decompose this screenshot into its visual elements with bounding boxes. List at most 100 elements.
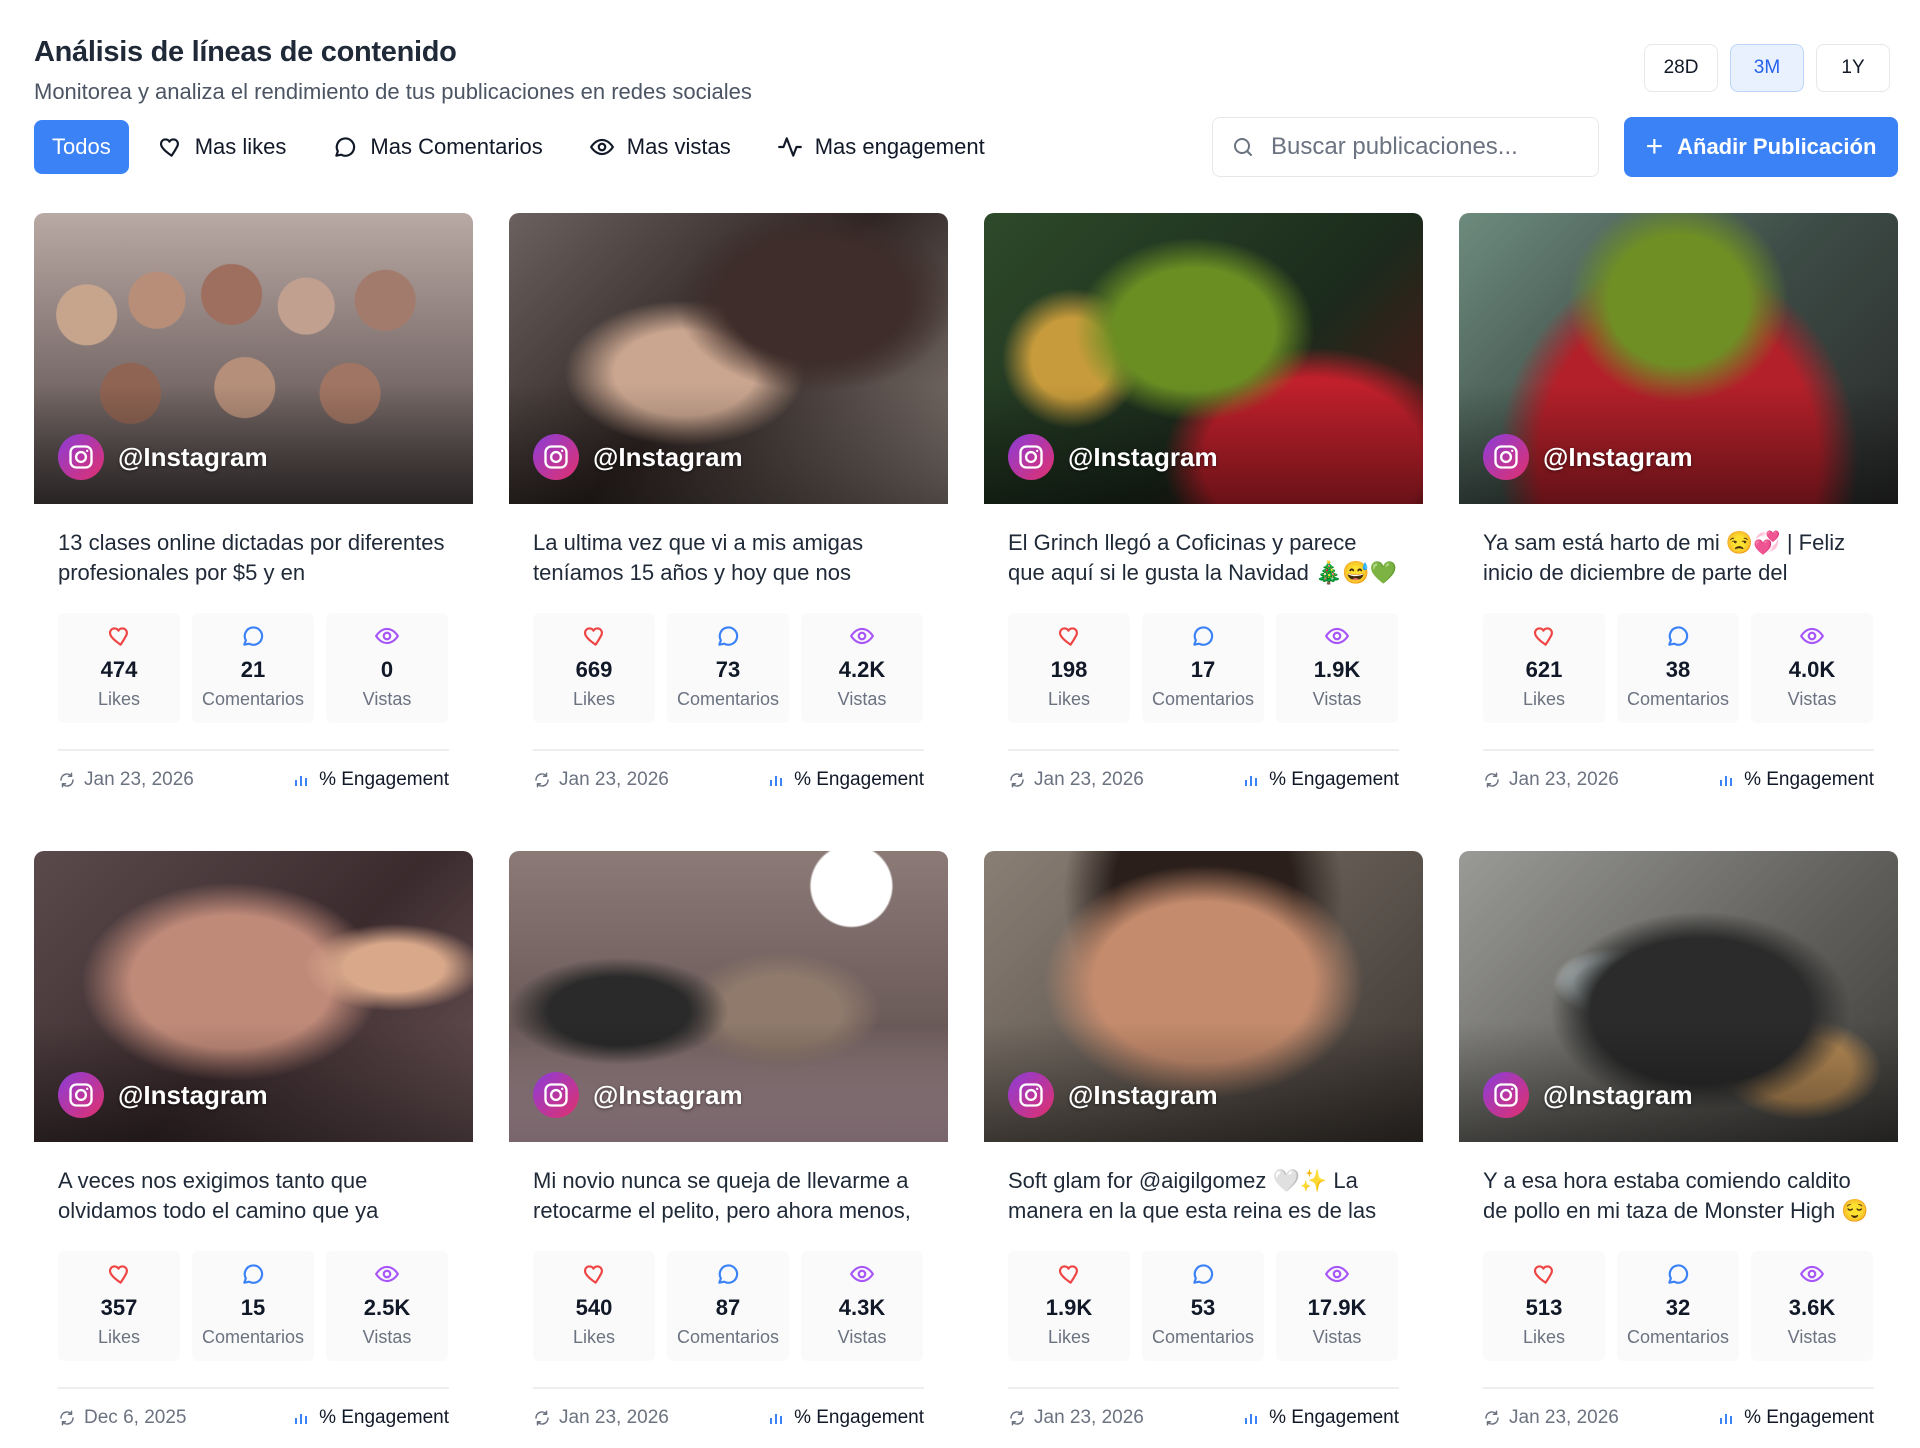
engagement-button[interactable]: % Engagement (768, 769, 924, 791)
post-date-text: Jan 23, 2026 (1509, 769, 1619, 790)
likes-count: 474 (100, 657, 138, 682)
period-28d-button[interactable]: 28D (1644, 44, 1718, 92)
post-card[interactable]: @Instagram Y a esa hora estaba comiendo … (1459, 851, 1898, 1439)
comments-label: Comentarios (676, 1327, 780, 1347)
likes-stat: 669 Likes (533, 613, 655, 723)
post-thumbnail[interactable]: @Instagram (34, 851, 473, 1142)
post-date-text: Jan 23, 2026 (1034, 1407, 1144, 1428)
instagram-icon (1008, 1072, 1054, 1118)
engagement-label: % Engagement (319, 1407, 449, 1428)
comment-icon (1193, 626, 1214, 646)
filter-mas-vistas[interactable]: Mas vistas (571, 120, 749, 174)
bar-chart-icon (1245, 776, 1258, 786)
views-label: Vistas (1312, 1327, 1362, 1347)
comments-count: 32 (1665, 1295, 1691, 1320)
engagement-button[interactable]: % Engagement (293, 1407, 449, 1429)
period-1y-button[interactable]: 1Y (1816, 44, 1890, 92)
engagement-button[interactable]: % Engagement (1243, 769, 1399, 791)
instagram-icon (1483, 434, 1529, 480)
views-stat: 4.0K Vistas (1751, 613, 1873, 723)
card-divider (533, 1387, 924, 1389)
comments-count: 53 (1190, 1295, 1216, 1320)
views-count: 4.3K (838, 1295, 886, 1320)
views-count: 1.9K (1313, 657, 1361, 682)
post-thumbnail[interactable]: @Instagram (509, 851, 948, 1142)
likes-stat: 357 Likes (58, 1251, 180, 1361)
filter-todos[interactable]: Todos (34, 120, 129, 174)
comments-label: Comentarios (1626, 689, 1730, 709)
views-label: Vistas (1312, 689, 1362, 709)
bar-chart-icon (1720, 1414, 1733, 1424)
post-caption: Y a esa hora estaba comiendo caldito de … (1483, 1168, 1869, 1223)
post-thumbnail[interactable]: @Instagram (509, 213, 948, 504)
post-caption: Ya sam está harto de mi 😒💞 | Feliz inici… (1483, 530, 1846, 585)
bar-chart-icon (295, 776, 308, 786)
likes-count: 513 (1525, 1295, 1563, 1320)
platform-badge: @Instagram (58, 434, 268, 480)
post-thumbnail[interactable]: @Instagram (34, 213, 473, 504)
post-thumbnail[interactable]: @Instagram (1459, 851, 1898, 1142)
engagement-button[interactable]: % Engagement (293, 769, 449, 791)
views-label: Vistas (362, 689, 412, 709)
post-card[interactable]: @Instagram La ultima vez que vi a mis am… (509, 213, 948, 801)
add-post-button[interactable]: + Añadir Publicación (1624, 117, 1898, 177)
post-card[interactable]: @Instagram Mi novio nunca se queja de ll… (509, 851, 948, 1439)
comments-count: 87 (715, 1295, 741, 1320)
eye-icon (1799, 1265, 1825, 1283)
account-handle: @Instagram (593, 1079, 743, 1110)
period-3m-button[interactable]: 3M (1730, 44, 1804, 92)
card-footer: Jan 23, 2026 % Engagement (1483, 769, 1874, 791)
post-card[interactable]: @Instagram Ya sam está harto de mi 😒💞 | … (1459, 213, 1898, 801)
likes-label: Likes (97, 1327, 141, 1347)
account-handle: @Instagram (118, 1079, 268, 1110)
heart-icon (1533, 627, 1553, 646)
comments-label: Comentarios (676, 689, 780, 709)
post-date-text: Jan 23, 2026 (84, 769, 194, 790)
engagement-button[interactable]: % Engagement (1718, 1407, 1874, 1429)
account-handle: @Instagram (593, 441, 743, 472)
engagement-button[interactable]: % Engagement (1243, 1407, 1399, 1429)
filter-mas-engagement[interactable]: Mas engagement (759, 120, 1003, 174)
post-date: Dec 6, 2025 (58, 1407, 186, 1429)
eye-icon (1324, 627, 1350, 645)
engagement-label: % Engagement (794, 769, 924, 790)
bar-chart-icon (1245, 1414, 1258, 1424)
post-thumbnail[interactable]: @Instagram (1459, 213, 1898, 504)
engagement-label: % Engagement (1269, 1407, 1399, 1428)
refresh-icon (1010, 1410, 1024, 1426)
filter-mas-likes[interactable]: Mas likes (139, 120, 305, 174)
engagement-label: % Engagement (1269, 769, 1399, 790)
comments-count: 21 (240, 657, 266, 682)
post-card[interactable]: @Instagram A veces nos exigimos tanto qu… (34, 851, 473, 1439)
post-thumbnail[interactable]: @Instagram (984, 213, 1423, 504)
post-caption: Soft glam for @aigilgomez 🤍✨ La manera e… (1008, 1168, 1377, 1223)
post-caption: A veces nos exigimos tanto que olvidamos… (58, 1168, 379, 1223)
posts-grid: @Instagram 13 clases online dictadas por… (34, 213, 1898, 1439)
post-card[interactable]: @Instagram El Grinch llegó a Coficinas y… (984, 213, 1423, 801)
heart-icon (159, 138, 179, 157)
post-caption: La ultima vez que vi a mis amigas teníam… (533, 530, 864, 585)
views-stat: 4.2K Vistas (801, 613, 923, 723)
filter-mas-comentarios[interactable]: Mas Comentarios (314, 120, 560, 174)
engagement-button[interactable]: % Engagement (768, 1407, 924, 1429)
platform-badge: @Instagram (533, 1072, 743, 1118)
platform-badge: @Instagram (533, 434, 743, 480)
engagement-button[interactable]: % Engagement (1718, 769, 1874, 791)
post-date-text: Jan 23, 2026 (559, 769, 669, 790)
search-input[interactable] (1271, 133, 1561, 161)
account-handle: @Instagram (1543, 1079, 1693, 1110)
card-footer: Jan 23, 2026 % Engagement (533, 769, 924, 791)
plus-icon: + (1645, 130, 1664, 163)
views-stat: 3.6K Vistas (1751, 1251, 1873, 1361)
comments-stat: 53 Comentarios (1142, 1251, 1264, 1361)
account-handle: @Instagram (1068, 1079, 1218, 1110)
post-card[interactable]: @Instagram Soft glam for @aigilgomez 🤍✨ … (984, 851, 1423, 1439)
post-card[interactable]: @Instagram 13 clases online dictadas por… (34, 213, 473, 801)
likes-count: 540 (575, 1295, 613, 1320)
comment-icon (1193, 1264, 1214, 1284)
engagement-label: % Engagement (794, 1407, 924, 1428)
post-thumbnail[interactable]: @Instagram (984, 851, 1423, 1142)
card-divider (1008, 1387, 1399, 1389)
account-handle: @Instagram (1543, 441, 1693, 472)
comment-icon (243, 1264, 264, 1284)
